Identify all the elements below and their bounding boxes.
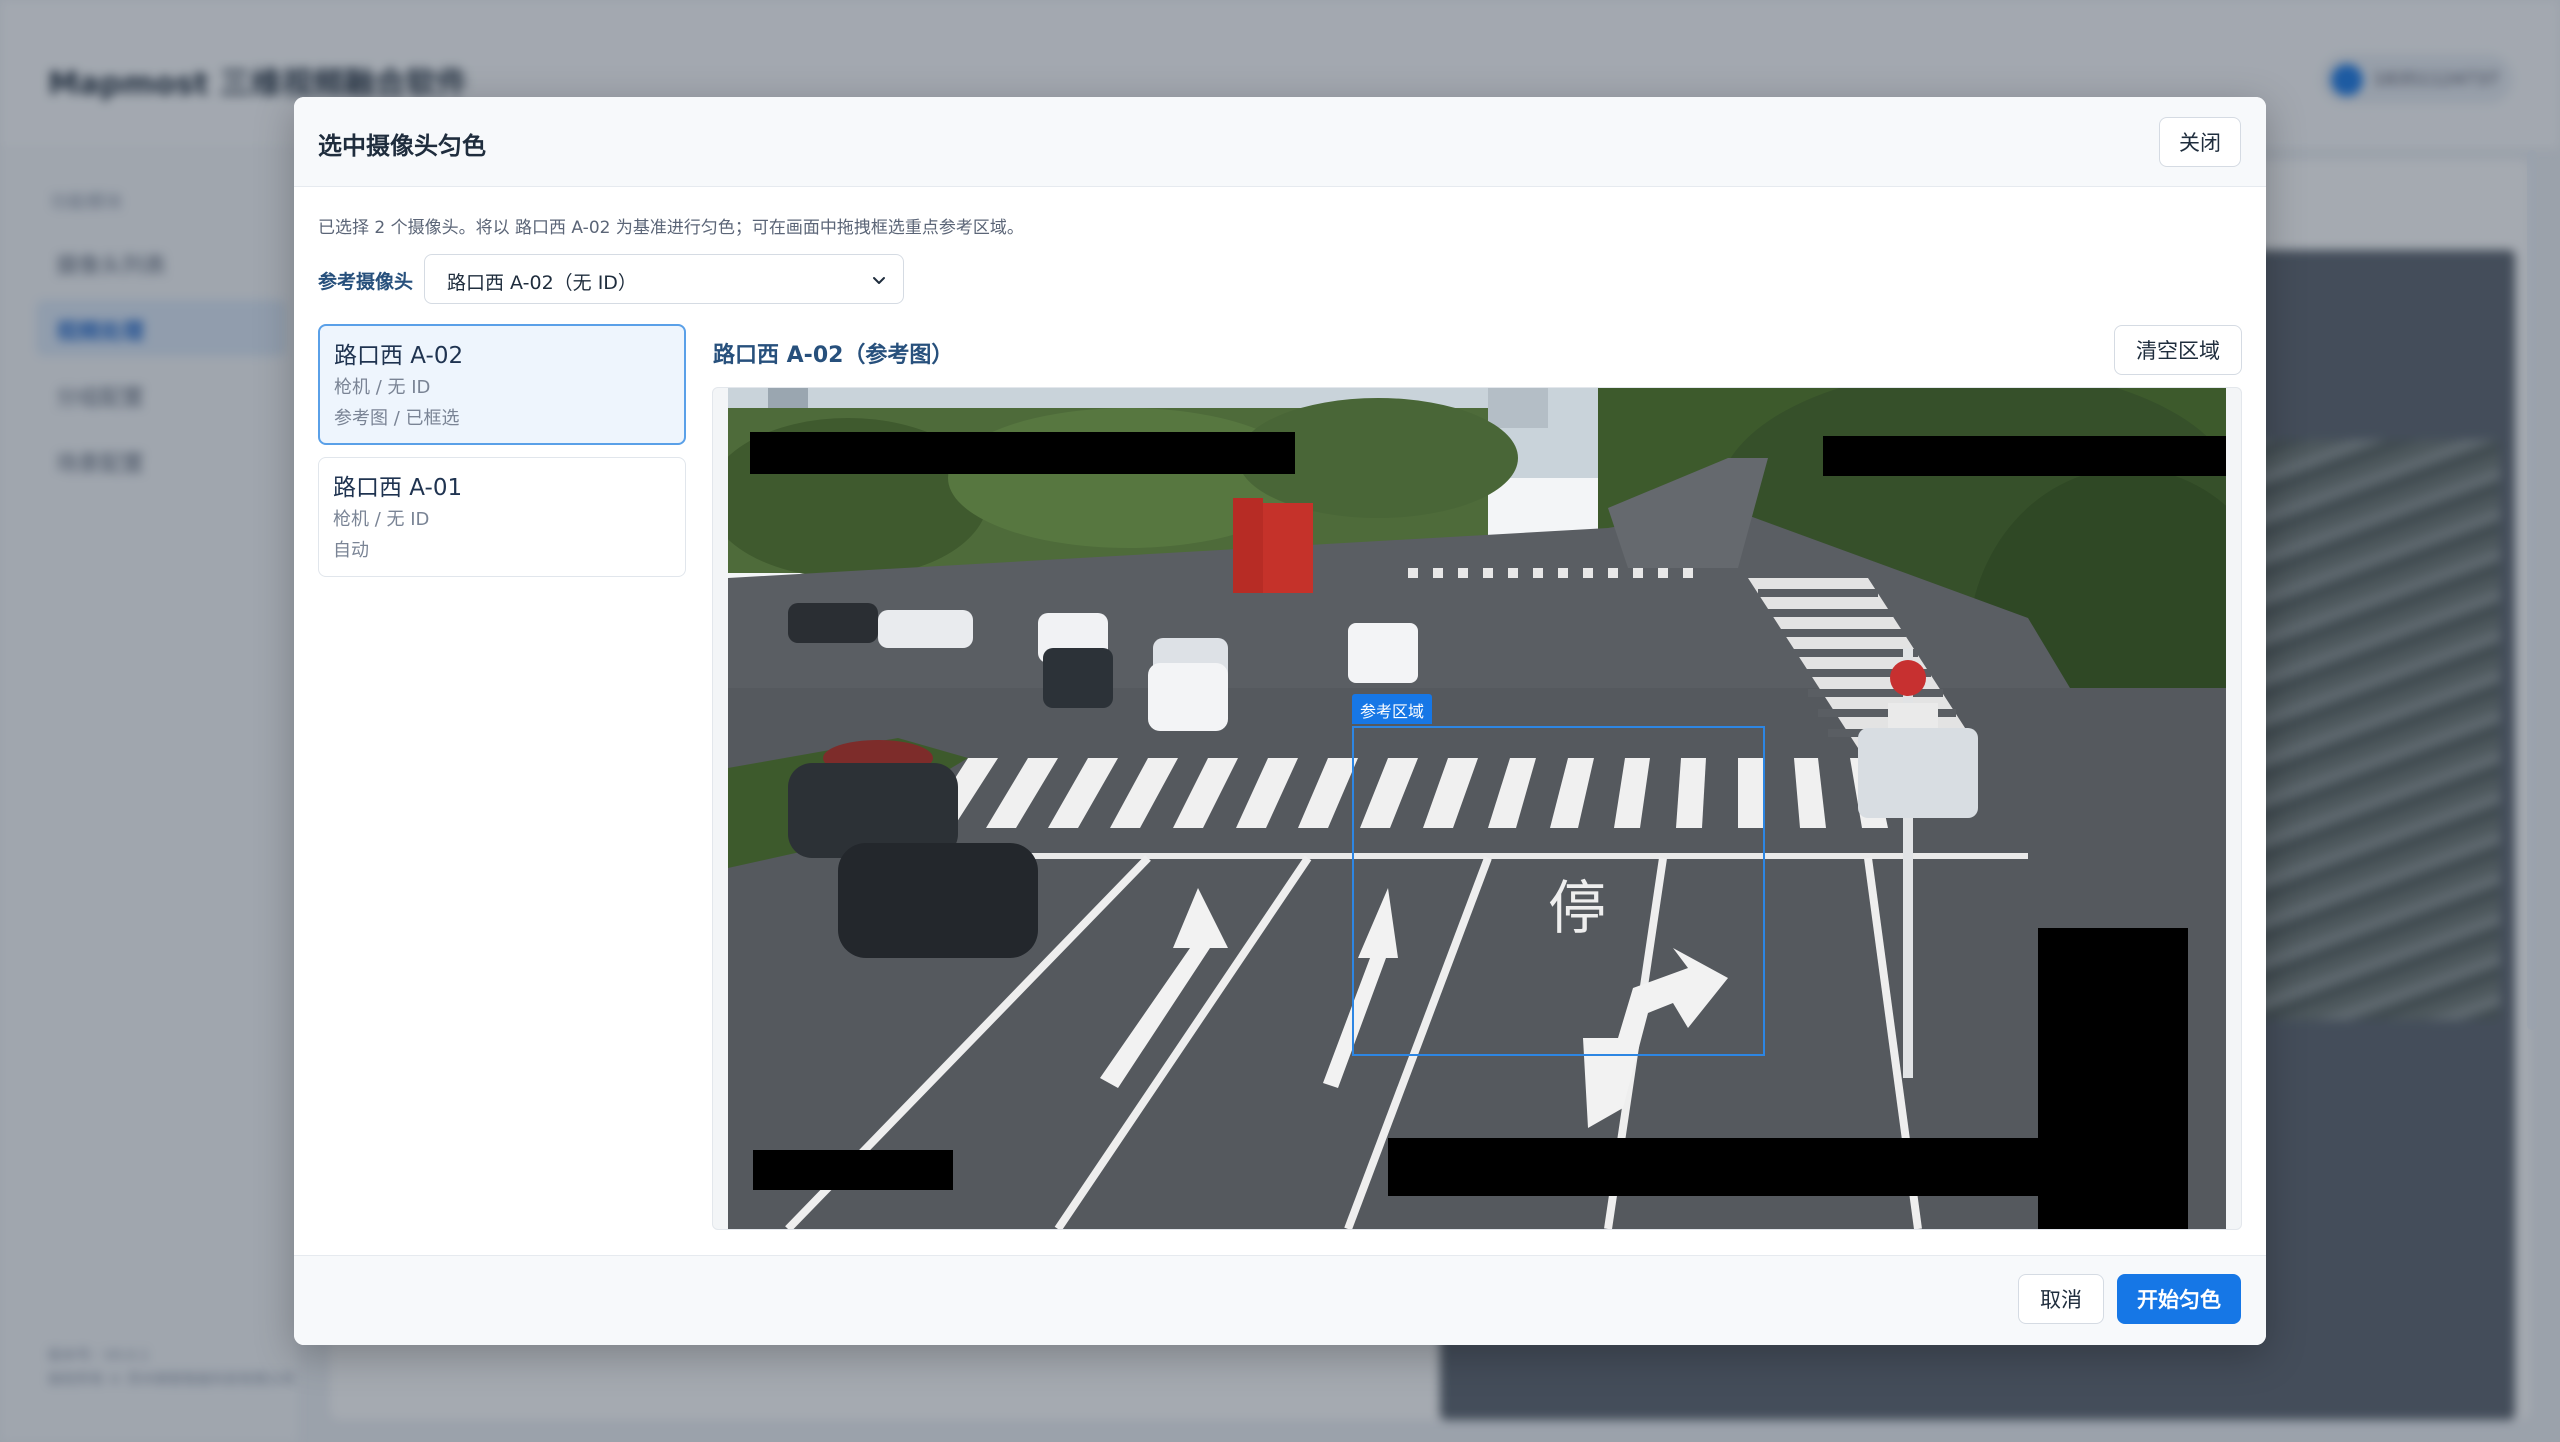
- camera-card-a01[interactable]: 路口西 A-01 枪机 / 无 ID 自动: [318, 457, 686, 577]
- start-color-match-button[interactable]: 开始匀色: [2117, 1274, 2241, 1324]
- preview-title: 路口西 A-02（参考图）: [713, 343, 954, 368]
- camera-frame[interactable]: 停 参考区域: [728, 388, 2226, 1229]
- chevron-down-icon: [873, 277, 885, 284]
- reference-image-viewer[interactable]: 停 参考区域: [712, 387, 2242, 1230]
- close-button[interactable]: 关闭: [2159, 117, 2241, 167]
- dialog-info-text: 已选择 2 个摄像头。将以 路口西 A-02 为基准进行匀色；可在画面中拖拽框选…: [318, 218, 1024, 238]
- camera-card-a02[interactable]: 路口西 A-02 枪机 / 无 ID 参考图 / 已框选: [318, 324, 686, 445]
- dialog-header: 选中摄像头匀色: [294, 97, 2266, 187]
- dialog-title: 选中摄像头匀色: [318, 132, 486, 160]
- reference-region-box[interactable]: [1352, 726, 1765, 1056]
- camera-type: 枪机 / 无 ID: [333, 509, 430, 530]
- page-scrollbar[interactable]: [2527, 150, 2537, 1030]
- camera-status: 自动: [333, 540, 369, 561]
- camera-type: 枪机 / 无 ID: [334, 377, 431, 398]
- dialog-footer: [294, 1255, 2266, 1345]
- reference-camera-select[interactable]: 路口西 A-02（无 ID）: [424, 254, 904, 304]
- reference-camera-label: 参考摄像头: [318, 271, 414, 293]
- camera-name: 路口西 A-02: [334, 343, 464, 369]
- cancel-button[interactable]: 取消: [2018, 1274, 2104, 1324]
- camera-status: 参考图 / 已框选: [334, 408, 460, 429]
- reference-region-tag: 参考区域: [1352, 694, 1433, 724]
- reference-camera-select-value: 路口西 A-02（无 ID）: [447, 272, 637, 294]
- color-match-dialog: 选中摄像头匀色 关闭 已选择 2 个摄像头。将以 路口西 A-02 为基准进行匀…: [294, 97, 2266, 1345]
- clear-region-button[interactable]: 清空区域: [2114, 325, 2242, 375]
- camera-name: 路口西 A-01: [333, 475, 463, 501]
